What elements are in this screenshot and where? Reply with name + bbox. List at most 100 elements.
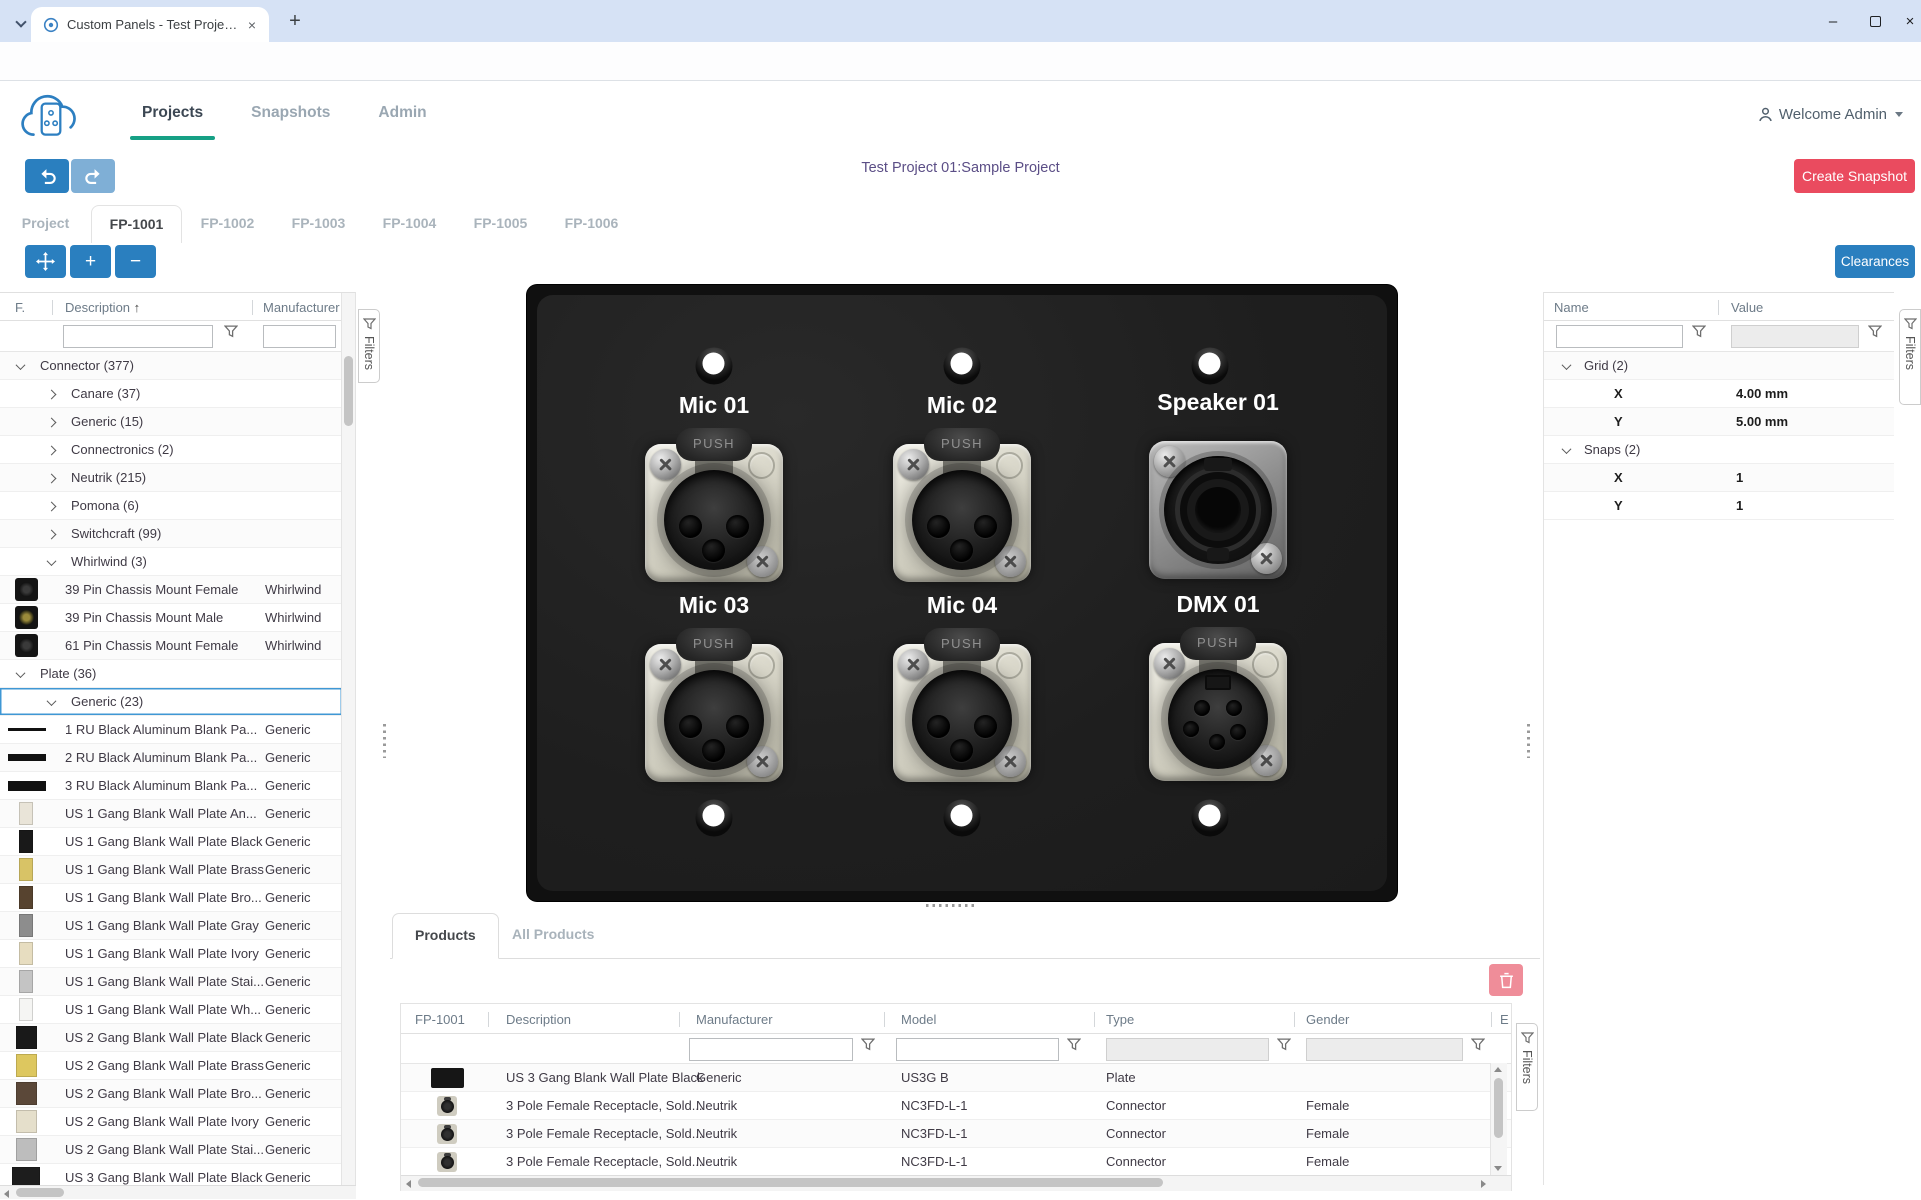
left-splitter-grip[interactable] [383,724,386,758]
view-tab[interactable]: Project [0,205,91,243]
tree-row[interactable]: Switchcraft (99) [0,520,342,548]
scroll-up-arrow-icon[interactable] [1494,1067,1502,1072]
manufacturer-filter-input[interactable] [263,325,336,348]
panel-connector[interactable]: Mic 03 PUSH [645,644,783,782]
nav-item[interactable]: Admin [354,96,450,136]
tree-row[interactable]: Connector (377) [0,352,342,380]
view-tab[interactable]: FP-1006 [546,205,637,243]
clearances-button[interactable]: Clearances [1835,245,1915,278]
tree-row[interactable]: Generic (15) [0,408,342,436]
tree-row[interactable]: US 3 Gang Blank Wall Plate Black Generic [0,1164,342,1185]
library-vertical-scrollbar[interactable] [341,293,355,1185]
bottom-splitter-grip[interactable] [926,904,978,907]
scroll-right-arrow-icon[interactable] [1481,1180,1486,1188]
property-row[interactable]: Y 1 [1544,492,1894,520]
col-header-manufacturer[interactable]: Manufacturer [696,1012,773,1027]
tree-row[interactable]: 61 Pin Chassis Mount Female Whirlwind [0,632,342,660]
filter-funnel-icon[interactable] [1471,1038,1485,1056]
scroll-left-arrow-icon[interactable] [406,1180,411,1188]
tree-row[interactable]: US 2 Gang Blank Wall Plate Stai... Gener… [0,1136,342,1164]
zoom-out-button[interactable]: − [115,245,156,278]
tree-row[interactable]: US 1 Gang Blank Wall Plate Gray Generic [0,912,342,940]
view-tab[interactable]: FP-1002 [182,205,273,243]
products-horizontal-scrollbar[interactable] [401,1175,1511,1191]
col-header-value[interactable]: Value [1731,300,1763,315]
nav-item[interactable]: Projects [118,96,227,136]
col-header-manufacturer[interactable]: Manufacturer [263,300,340,315]
view-tab[interactable]: FP-1005 [455,205,546,243]
tree-row[interactable]: Neutrik (215) [0,464,342,492]
welcome-menu[interactable]: Welcome Admin [1758,106,1903,123]
delete-product-button[interactable] [1489,964,1523,996]
scrollbar-thumb[interactable] [418,1178,1163,1187]
tree-row[interactable]: US 2 Gang Blank Wall Plate Brass Generic [0,1052,342,1080]
scrollbar-thumb[interactable] [344,356,353,426]
property-row[interactable]: Grid (2) [1544,352,1894,380]
col-header-e[interactable]: E [1500,1012,1509,1027]
tree-row[interactable]: US 2 Gang Blank Wall Plate Ivory Generic [0,1108,342,1136]
panel-connector[interactable]: Mic 04 PUSH [893,644,1031,782]
property-row[interactable]: Y 5.00 mm [1544,408,1894,436]
tab-close-icon[interactable]: × [243,16,261,34]
nav-item[interactable]: Snapshots [227,96,354,136]
tree-row[interactable]: US 2 Gang Blank Wall Plate Black Generic [0,1024,342,1052]
browser-tab[interactable]: Custom Panels - Test Project 01 × [31,7,269,42]
app-logo[interactable] [20,88,82,149]
tree-row[interactable]: 39 Pin Chassis Mount Male Whirlwind [0,604,342,632]
property-row[interactable]: X 1 [1544,464,1894,492]
create-snapshot-button[interactable]: Create Snapshot [1794,159,1915,193]
tree-row[interactable]: 39 Pin Chassis Mount Female Whirlwind [0,576,342,604]
window-close-button[interactable]: × [1887,0,1921,42]
panel-connector[interactable]: DMX 01 PUSH [1149,643,1287,781]
tree-row[interactable]: US 2 Gang Blank Wall Plate Bro... Generi… [0,1080,342,1108]
panel-connector[interactable]: Mic 02 PUSH [893,444,1031,582]
tree-row[interactable]: US 1 Gang Blank Wall Plate Ivory Generic [0,940,342,968]
model-filter-input[interactable] [896,1038,1059,1061]
tab-products[interactable]: Products [392,913,499,959]
filter-funnel-icon[interactable] [1067,1038,1081,1056]
tree-row[interactable]: Connectronics (2) [0,436,342,464]
tree-row[interactable]: US 1 Gang Blank Wall Plate Bro... Generi… [0,884,342,912]
zoom-in-button[interactable]: + [70,245,111,278]
right-filters-tab[interactable]: Filters [1899,309,1921,405]
col-header-description[interactable]: Description ↑ [65,300,140,315]
view-tab[interactable]: FP-1004 [364,205,455,243]
pan-move-button[interactable] [25,245,66,278]
product-row[interactable]: 3 Pole Female Receptacle, Sold... Neutri… [401,1148,1511,1176]
tree-row[interactable]: Canare (37) [0,380,342,408]
col-header-fp1001[interactable]: FP-1001 [415,1012,465,1027]
panel-connector[interactable]: Speaker 01 PUSH [1149,441,1287,579]
filter-funnel-icon[interactable] [1277,1038,1291,1056]
left-filters-tab[interactable]: Filters [358,309,380,383]
tree-row[interactable]: 2 RU Black Aluminum Blank Pa... Generic [0,744,342,772]
property-row[interactable]: Snaps (2) [1544,436,1894,464]
new-tab-button[interactable]: + [282,9,308,35]
products-vertical-scrollbar[interactable] [1490,1063,1507,1175]
panel-connector[interactable]: Mic 01 PUSH [645,444,783,582]
right-splitter-grip[interactable] [1527,724,1530,758]
scrollbar-thumb[interactable] [1494,1078,1503,1138]
tree-row[interactable]: US 1 Gang Blank Wall Plate Stai... Gener… [0,968,342,996]
col-header-f[interactable]: F. [15,300,25,315]
filter-funnel-icon[interactable] [861,1038,875,1056]
window-minimize-button[interactable]: – [1810,0,1856,42]
col-header-type[interactable]: Type [1106,1012,1134,1027]
view-tab[interactable]: FP-1001 [91,205,182,243]
col-header-gender[interactable]: Gender [1306,1012,1349,1027]
library-horizontal-scrollbar[interactable] [0,1185,356,1199]
product-row[interactable]: US 3 Gang Blank Wall Plate Black Generic… [401,1064,1511,1092]
tree-row[interactable]: 1 RU Black Aluminum Blank Pa... Generic [0,716,342,744]
product-row[interactable]: 3 Pole Female Receptacle, Sold... Neutri… [401,1092,1511,1120]
scroll-down-arrow-icon[interactable] [1494,1166,1502,1171]
scroll-left-arrow-icon[interactable] [4,1190,9,1198]
tree-row[interactable]: US 1 Gang Blank Wall Plate An... Generic [0,800,342,828]
col-header-model[interactable]: Model [901,1012,936,1027]
scrollbar-thumb[interactable] [16,1188,64,1197]
filter-funnel-icon[interactable] [224,325,238,343]
tab-all-products[interactable]: All Products [490,913,616,959]
bottom-filters-tab[interactable]: Filters [1516,1023,1538,1111]
description-filter-input[interactable] [63,325,213,348]
property-row[interactable]: X 4.00 mm [1544,380,1894,408]
filter-funnel-icon[interactable] [1868,325,1882,343]
product-row[interactable]: 3 Pole Female Receptacle, Sold... Neutri… [401,1120,1511,1148]
